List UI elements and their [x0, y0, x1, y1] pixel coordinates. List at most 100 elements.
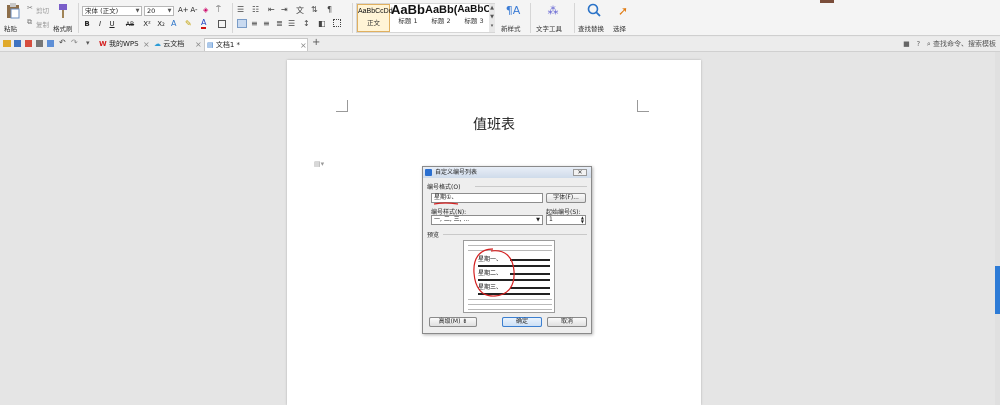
shading-icon[interactable]: ◧ — [318, 19, 326, 28]
text-effect-icon[interactable]: A — [171, 19, 176, 28]
document-icon: ▤ — [207, 41, 214, 49]
style-heading-1[interactable]: AaBb 标题 1 — [391, 3, 425, 26]
highlight-icon[interactable]: ✎ — [185, 19, 192, 28]
print-icon[interactable] — [36, 40, 43, 47]
cut-label[interactable]: 剪切 — [36, 5, 49, 15]
underline-button[interactable]: U — [108, 20, 116, 29]
undo-icon[interactable]: ↶ — [59, 38, 66, 47]
close-icon[interactable]: × — [195, 38, 202, 51]
outdent-icon[interactable]: ⇤ — [268, 5, 275, 14]
align-right-icon[interactable]: ≡ — [263, 19, 270, 28]
bold-button[interactable]: B — [83, 20, 91, 29]
save-icon[interactable] — [14, 40, 21, 47]
superscript-button[interactable]: X² — [141, 20, 153, 29]
close-icon[interactable]: × — [300, 39, 307, 52]
align-center-icon[interactable]: ≡ — [251, 19, 258, 28]
close-button[interactable]: ✕ — [573, 169, 587, 176]
style-heading-3[interactable]: AaBbC 标题 3 — [457, 3, 491, 26]
tab-cloud-docs[interactable]: ☁ 云文档 × — [152, 38, 202, 51]
clear-format-icon[interactable]: ◈ — [203, 6, 208, 14]
numbering-style-select[interactable]: 一, 二, 三, ... ▼ — [431, 215, 543, 225]
subscript-button[interactable]: X₂ — [155, 20, 167, 29]
font-color-icon[interactable]: A — [201, 19, 207, 29]
text-tools-label: 文字工具 — [536, 25, 562, 33]
phonetic-icon[interactable]: ⍑ — [216, 5, 221, 15]
document-title[interactable]: 值班表 — [287, 114, 701, 134]
quick-access-menu-icon[interactable]: ▾ — [86, 39, 90, 47]
sort-icon[interactable]: ⇅ — [311, 5, 318, 14]
chinese-layout-icon[interactable]: 文 — [296, 5, 304, 16]
command-search[interactable]: ■ ? ⌕ 查找命令、搜索模板 — [903, 39, 996, 49]
tab-my-wps[interactable]: W 我的WPS × — [97, 38, 152, 51]
grow-font-button[interactable]: A+ — [178, 6, 189, 15]
paste-icon — [7, 3, 20, 19]
show-marks-icon[interactable]: ¶ — [327, 5, 332, 14]
new-style-button[interactable]: ¶A 新样式 — [499, 3, 527, 33]
help-icon[interactable]: ? — [916, 40, 920, 48]
paste-button[interactable]: 粘贴 — [3, 3, 23, 33]
new-tab-icon[interactable]: + — [312, 37, 320, 48]
export-icon[interactable] — [25, 40, 32, 47]
tab-document[interactable]: ▤ 文档1 * × — [204, 38, 308, 51]
avatar[interactable] — [820, 0, 834, 3]
advanced-button[interactable]: 高级(M) ⇟ — [429, 317, 477, 327]
start-number-stepper[interactable]: 1 ▲ ▼ — [546, 215, 586, 225]
copy-label[interactable]: 复制 — [36, 19, 49, 29]
font-size-select[interactable]: 20 ▼ — [144, 6, 174, 16]
indent-icon[interactable]: ⇥ — [281, 5, 288, 14]
cancel-label: 取消 — [560, 318, 573, 325]
font-name-select[interactable]: 宋体 (正文) ▼ — [82, 6, 142, 16]
gallery-scroll-icon[interactable]: ▲ ▼ ▾ — [489, 4, 495, 32]
style-name: 正文 — [367, 19, 380, 27]
font-button[interactable]: 字体(F)... — [546, 193, 586, 203]
format-painter-button[interactable]: 格式刷 — [52, 3, 74, 33]
find-replace-button[interactable]: 查找替换 — [577, 3, 611, 33]
font-name-value: 宋体 (正文) — [85, 7, 119, 15]
align-left-icon[interactable] — [237, 19, 247, 28]
text-tools-button[interactable]: ⁂ 文字工具 — [535, 3, 571, 33]
copy-icon[interactable]: ⧉ — [27, 18, 32, 27]
spin-icon[interactable]: ▲ ▼ — [581, 216, 584, 224]
wps-logo-icon: W — [99, 40, 107, 48]
justify-icon[interactable]: ≣ — [276, 19, 283, 28]
scrollbar-thumb[interactable] — [995, 266, 1000, 314]
font-size-value: 20 — [147, 7, 156, 15]
divider — [443, 234, 587, 235]
distribute-icon[interactable]: ☰ — [288, 19, 295, 28]
border-icon[interactable] — [333, 19, 341, 27]
style-heading-2[interactable]: AaBb( 标题 2 — [425, 3, 457, 26]
start-value: 1 — [549, 216, 553, 223]
style-sample: AaBb — [391, 3, 425, 17]
paste-label: 粘贴 — [4, 25, 17, 33]
preview-line — [468, 299, 552, 300]
close-icon[interactable]: × — [143, 38, 150, 51]
cancel-button[interactable]: 取消 — [547, 317, 587, 327]
divider — [232, 3, 233, 33]
dialog-titlebar[interactable]: 自定义编号列表 ✕ — [423, 167, 591, 178]
line-spacing-icon[interactable]: ↕ — [303, 19, 310, 28]
char-border-icon[interactable] — [218, 20, 226, 28]
vertical-scrollbar[interactable] — [995, 52, 1000, 405]
redo-icon[interactable]: ↷ — [71, 38, 78, 47]
bullets-icon[interactable]: ☰ — [237, 5, 244, 14]
style-sample: AaBbC — [457, 4, 491, 15]
ribbon-toolbar: 粘贴 ✂ 剪切 ⧉ 复制 格式刷 宋体 (正文) ▼ 20 ▼ A+ A- ◈ ⍑ … — [0, 0, 1000, 36]
style-normal[interactable]: AaBbCcDd 正文 — [357, 4, 393, 32]
select-button[interactable]: ➚ 选择 — [612, 3, 634, 33]
paragraph-handle-icon[interactable]: ▤▾ — [314, 160, 324, 168]
open-icon[interactable] — [3, 40, 11, 47]
cut-icon[interactable]: ✂ — [27, 4, 33, 12]
shrink-font-button[interactable]: A- — [189, 6, 199, 15]
divider — [574, 3, 575, 33]
numbering-icon[interactable]: ☷ — [252, 5, 259, 14]
cursor-icon: ➚ — [617, 4, 629, 18]
feedback-icon[interactable]: ■ — [903, 40, 910, 48]
italic-button[interactable]: I — [96, 20, 104, 29]
ok-button[interactable]: 确定 — [502, 317, 542, 327]
divider — [530, 3, 531, 33]
cloud-icon: ☁ — [154, 40, 161, 48]
strikethrough-button[interactable]: AB — [124, 20, 136, 29]
text-tools-icon: ⁂ — [547, 4, 559, 17]
divider — [352, 3, 353, 33]
preview-icon[interactable] — [47, 40, 54, 47]
